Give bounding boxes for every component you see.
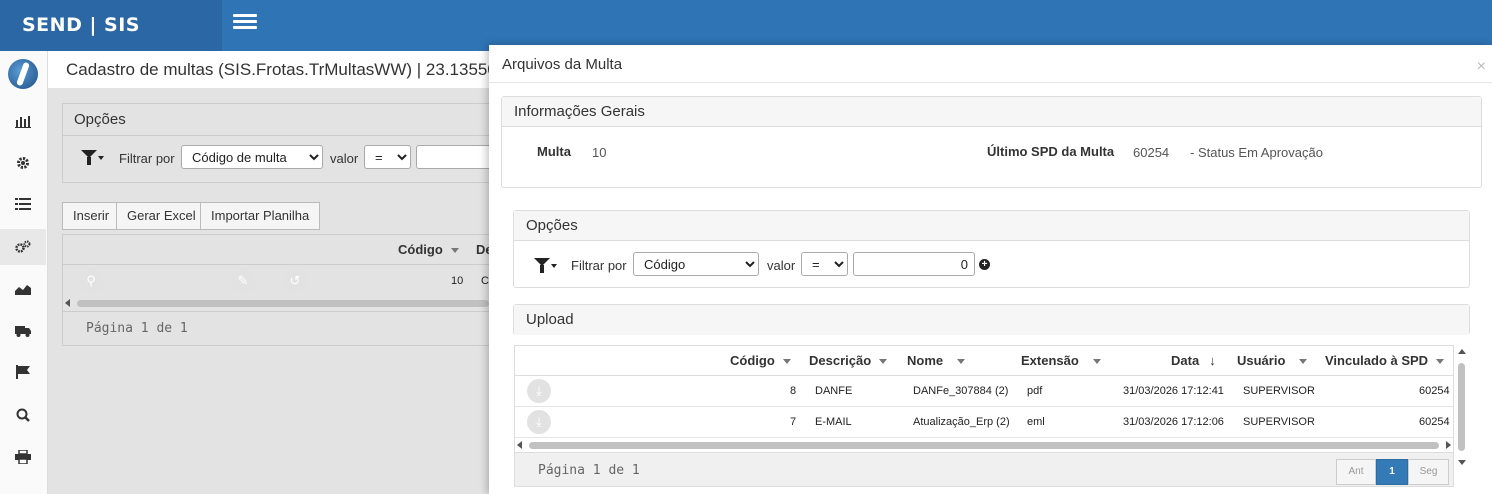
cell-nome: Atualização_Erp (2) [913,416,1010,428]
history-icon[interactable]: ↺ [283,269,307,293]
multa-label: Multa [537,144,571,159]
download-icon[interactable]: ⤓ [527,410,551,434]
download-icon[interactable]: ⤓ [527,379,551,403]
col-header-extensao[interactable]: Extensão [1021,346,1101,376]
cell-codigo: 7 [790,416,797,428]
sort-down-arrow-icon: ↓ [1209,353,1216,368]
flag-icon[interactable] [0,354,46,390]
col-header-usuario[interactable]: Usuário [1237,346,1308,376]
cell-usuario: SUPERVISOR [1243,416,1315,428]
main-pager-text: Página 1 de 1 [86,321,188,336]
area-chart-icon[interactable] [0,271,46,307]
prev-page-button[interactable]: Ant [1336,459,1376,485]
attach-icon[interactable]: ✎ [231,269,255,293]
cell-nome: DANFe_307884 (2) [913,385,1009,397]
table-row[interactable]: ⤓ 8 DANFE DANFe_307884 (2) pdf 31/03/202… [515,376,1453,407]
print-icon[interactable] [0,439,46,475]
cell-extensao: eml [1027,416,1045,428]
gears-icon[interactable] [0,229,46,265]
main-horizontal-scrollbar[interactable] [63,298,503,308]
main-options-panel: Opções Filtrar por Código de multa valor… [62,103,506,183]
generate-excel-button[interactable]: Gerar Excel [116,202,207,230]
hamburger-menu-icon[interactable] [233,14,257,34]
modal-vertical-scrollbar[interactable] [1457,347,1467,467]
cell-data: 31/03/2026 17:12:06 [1123,416,1224,428]
row-codigo: 10 [451,275,464,287]
col-header-nome[interactable]: Nome [907,346,966,376]
spd-status: - Status Em Aprovação [1190,145,1323,160]
col-header-codigo[interactable]: Código [398,235,459,265]
close-icon[interactable]: × [1477,58,1486,76]
main-options-header: Opções [63,104,501,136]
col-header-descricao[interactable]: Descrição [809,346,888,376]
cell-codigo: 8 [790,385,797,397]
cell-extensao: pdf [1027,385,1043,397]
row-de: C [481,275,489,287]
modal-filter-value-input[interactable] [853,252,975,276]
modal-options-box: Opções Filtrar por Código valor = + [513,210,1470,288]
top-bar: SEND | SIS [0,0,1492,51]
col-header-codigo[interactable]: Código [730,346,791,376]
upload-box: Upload [513,304,1470,335]
modal-value-label: valor [767,258,796,273]
modal-filter-field-select[interactable]: Código [633,252,759,276]
import-spreadsheet-button[interactable]: Importar Planilha [200,202,321,230]
bar-chart-icon[interactable] [0,103,46,139]
cell-data: 31/03/2026 17:12:41 [1123,385,1224,397]
value-label: valor [330,151,359,166]
upload-pager-text: Página 1 de 1 [538,463,640,478]
table-row[interactable]: ⤓ 7 E-MAIL Atualização_Erp (2) eml 31/03… [515,407,1453,438]
search-icon[interactable] [0,397,46,433]
cell-descricao: E-MAIL [815,416,852,428]
upload-header: Upload [514,305,1469,335]
page-1-button[interactable]: 1 [1376,459,1408,485]
operator-select[interactable]: = [364,145,411,169]
cell-vinculado: 60254 [1419,385,1450,397]
modal-options-header: Opções [514,211,1469,241]
search-icon[interactable]: ⚲ [79,269,103,293]
cell-vinculado: 60254 [1419,416,1450,428]
attachments-modal: Arquivos da Multa × Informações Gerais M… [489,45,1492,494]
general-info-box: Informações Gerais Multa 10 Último SPD d… [501,96,1482,188]
truck-icon[interactable] [0,313,46,349]
filter-label: Filtrar por [571,258,627,273]
upload-grid-header: Código Descrição Nome Extensão Data ↓ Usu… [515,346,1453,376]
multa-value: 10 [592,145,607,160]
last-spd-label: Último SPD da Multa [987,144,1115,159]
add-filter-icon[interactable]: + [979,259,990,270]
last-spd-value: 60254 [1133,145,1170,160]
cell-descricao: DANFE [815,385,853,397]
brand-logo: SEND | SIS [0,0,222,51]
filter-field-select[interactable]: Código de multa [181,145,323,169]
filter-icon[interactable] [534,258,557,277]
page-title: Cadastro de multas (SIS.Frotas.TrMultasW… [66,60,516,79]
filter-icon[interactable] [81,150,104,169]
cell-usuario: SUPERVISOR [1243,385,1315,397]
modal-operator-select[interactable]: = [801,252,848,276]
col-header-vinculado[interactable]: Vinculado à SPD [1325,346,1445,376]
gear-icon[interactable] [0,145,46,181]
next-page-button[interactable]: Seg [1408,459,1449,485]
list-icon[interactable] [0,186,46,222]
upload-grid: Código Descrição Nome Extensão Data ↓ Usu… [514,345,1454,487]
insert-button[interactable]: Inserir [62,202,121,230]
main-grid: Código De ⚲ ✎ ↺ 10 C Página 1 de 1 [62,234,503,346]
sidebar [0,51,48,494]
modal-title: Arquivos da Multa [502,56,623,73]
upload-horizontal-scrollbar[interactable] [515,440,1453,450]
col-header-data[interactable]: Data ↓ [1171,346,1216,376]
upload-pager: Página 1 de 1 Ant 1 Seg [514,452,1454,487]
general-info-header: Informações Gerais [502,97,1481,127]
app-logo-icon [8,59,38,89]
filter-label: Filtrar por [119,151,175,166]
